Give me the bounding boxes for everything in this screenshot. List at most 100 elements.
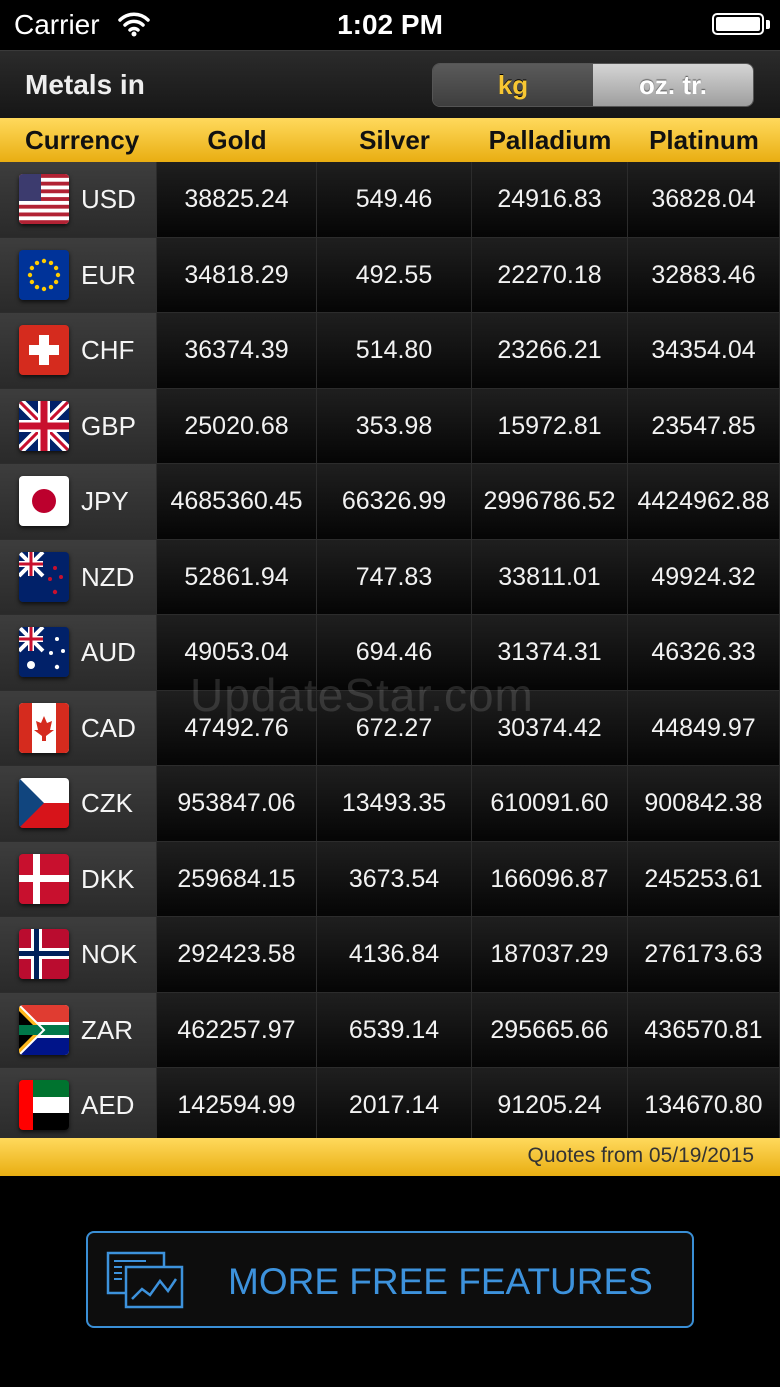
silver-price: 6539.14: [317, 992, 472, 1067]
japan-flag-icon: [19, 476, 69, 527]
currency-code: NOK: [81, 939, 138, 970]
silver-price: 4136.84: [317, 917, 472, 992]
currency-code: USD: [81, 184, 136, 215]
table-row[interactable]: JPY 4685360.45 66326.99 2996786.52 4424962.8…: [0, 464, 780, 540]
gold-price: 953847.06: [157, 766, 317, 841]
header-palladium: Palladium: [488, 125, 612, 155]
currency-cell: DKK: [0, 841, 157, 916]
australia-flag-icon: [19, 627, 69, 678]
silver-price: 549.46: [317, 162, 472, 237]
currency-cell: NOK: [0, 917, 157, 992]
currency-code: ZAR: [81, 1014, 133, 1045]
gold-price: 292423.58: [157, 917, 317, 992]
currency-cell: AUD: [0, 615, 157, 690]
footer-bar: Quotes from 05/19/2015: [0, 1138, 780, 1176]
currency-code: AED: [81, 1090, 135, 1121]
clock: 1:02 PM: [337, 9, 443, 40]
table-row[interactable]: NZD 52861.94 747.83 33811.01 49924.32: [0, 539, 780, 615]
table-header: Currency Gold Silver Palladium Platinum: [0, 118, 780, 162]
canada-flag-icon: [19, 702, 69, 753]
palladium-price: 610091.60: [472, 766, 628, 841]
palladium-price: 33811.01: [472, 539, 628, 614]
header-currency: Currency: [25, 125, 140, 155]
silver-price: 66326.99: [317, 464, 472, 539]
toolbar: Metals in kg oz. tr.: [0, 50, 780, 118]
gold-price: 38825.24: [157, 162, 317, 237]
south-africa-flag-icon: [19, 1004, 69, 1055]
platinum-price: 436570.81: [628, 992, 780, 1067]
price-table[interactable]: USD 38825.24 549.46 24916.83 36828.04 EUR 3481…: [0, 162, 780, 1144]
currency-cell: GBP: [0, 388, 157, 463]
denmark-flag-icon: [19, 853, 69, 904]
gold-price: 25020.68: [157, 388, 317, 463]
platinum-price: 23547.85: [628, 388, 780, 463]
table-row[interactable]: EUR 34818.29 492.55 22270.18 32883.46: [0, 237, 780, 313]
platinum-price: 32883.46: [628, 237, 780, 312]
silver-price: 353.98: [317, 388, 472, 463]
platinum-price: 49924.32: [628, 539, 780, 614]
page-title: Metals in: [25, 69, 145, 100]
usa-flag-icon: [19, 174, 69, 225]
battery-tip: [766, 20, 770, 29]
gold-price: 462257.97: [157, 992, 317, 1067]
currency-cell: JPY: [0, 464, 157, 539]
currency-code: NZD: [81, 561, 135, 592]
currency-code: EUR: [81, 259, 136, 290]
currency-code: JPY: [81, 486, 129, 517]
table-row[interactable]: CHF 36374.39 514.80 23266.21 34354.04: [0, 313, 780, 389]
platinum-price: 134670.80: [628, 1068, 780, 1143]
gold-price: 259684.15: [157, 841, 317, 916]
currency-code: CAD: [81, 712, 136, 743]
header-platinum: Platinum: [649, 125, 759, 155]
switzerland-flag-icon: [19, 325, 69, 376]
uae-flag-icon: [19, 1080, 69, 1131]
silver-price: 514.80: [317, 313, 472, 388]
table-row[interactable]: NOK 292423.58 4136.84 187037.29 276173.63: [0, 917, 780, 993]
header-silver: Silver: [359, 125, 430, 155]
more-features-button[interactable]: MORE FREE FEATURES: [86, 1231, 694, 1328]
chart-window-icon: [106, 1251, 184, 1309]
palladium-price: 91205.24: [472, 1068, 628, 1143]
currency-cell: NZD: [0, 539, 157, 614]
silver-price: 3673.54: [317, 841, 472, 916]
gold-price: 142594.99: [157, 1068, 317, 1143]
table-row[interactable]: CZK 953847.06 13493.35 610091.60 900842.38: [0, 766, 780, 842]
unit-oz-button[interactable]: oz. tr.: [593, 64, 753, 106]
table-row[interactable]: USD 38825.24 549.46 24916.83 36828.04: [0, 162, 780, 238]
platinum-price: 44849.97: [628, 690, 780, 765]
silver-price: 2017.14: [317, 1068, 472, 1143]
table-row[interactable]: GBP 25020.68 353.98 15972.81 23547.85: [0, 388, 780, 464]
table-row[interactable]: AED 142594.99 2017.14 91205.24 134670.80: [0, 1068, 780, 1144]
czech-flag-icon: [19, 778, 69, 829]
table-row[interactable]: ZAR 462257.97 6539.14 295665.66 436570.81: [0, 992, 780, 1068]
watermark: UpdateStar.com: [190, 669, 534, 721]
currency-code: DKK: [81, 863, 135, 894]
currency-cell: EUR: [0, 237, 157, 312]
palladium-price: 15972.81: [472, 388, 628, 463]
more-features-label: MORE FREE FEATURES: [228, 1261, 653, 1302]
uk-flag-icon: [19, 400, 69, 451]
gold-price: 52861.94: [157, 539, 317, 614]
platinum-price: 34354.04: [628, 313, 780, 388]
unit-segmented-control[interactable]: kg oz. tr.: [432, 63, 754, 107]
palladium-price: 166096.87: [472, 841, 628, 916]
eu-flag-icon: [19, 249, 69, 300]
platinum-price: 245253.61: [628, 841, 780, 916]
currency-cell: CZK: [0, 766, 157, 841]
table-row[interactable]: DKK 259684.15 3673.54 166096.87 245253.61: [0, 841, 780, 917]
unit-kg-button[interactable]: kg: [433, 64, 593, 106]
currency-code: GBP: [81, 410, 136, 441]
platinum-price: 276173.63: [628, 917, 780, 992]
currency-code: CZK: [81, 788, 133, 819]
palladium-price: 187037.29: [472, 917, 628, 992]
currency-cell: CAD: [0, 690, 157, 765]
battery-icon: [712, 13, 764, 35]
gold-price: 34818.29: [157, 237, 317, 312]
gold-price: 36374.39: [157, 313, 317, 388]
status-bar: Carrier 1:02 PM: [0, 0, 780, 50]
platinum-price: 4424962.88: [628, 464, 780, 539]
silver-price: 492.55: [317, 237, 472, 312]
header-gold: Gold: [207, 125, 267, 155]
palladium-price: 24916.83: [472, 162, 628, 237]
gold-price: 4685360.45: [157, 464, 317, 539]
